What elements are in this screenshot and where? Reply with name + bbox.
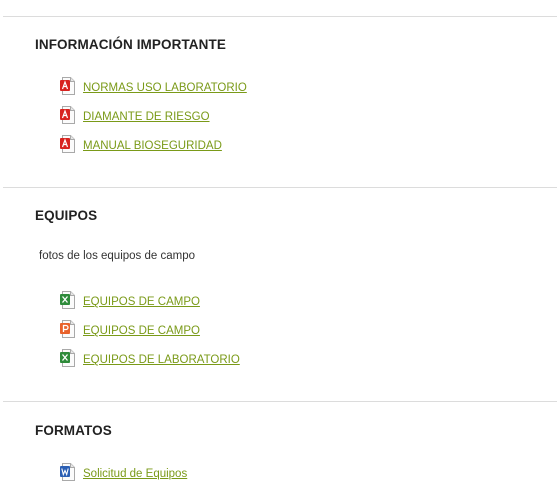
excel-icon xyxy=(60,349,76,367)
powerpoint-icon xyxy=(60,320,76,338)
file-row-solicitud[interactable]: Solicitud de Equipos xyxy=(60,463,187,481)
top-divider xyxy=(3,16,557,17)
pdf-icon xyxy=(60,135,76,153)
section-title-equipos: EQUIPOS xyxy=(35,208,98,223)
file-row-normas[interactable]: NORMAS USO LABORATORIO xyxy=(60,77,247,95)
section-divider-1 xyxy=(3,187,557,188)
section-divider-2 xyxy=(3,401,557,402)
file-link-equipos-campo-xls[interactable]: EQUIPOS DE CAMPO xyxy=(83,295,200,309)
file-row-equipos-laboratorio[interactable]: EQUIPOS DE LABORATORIO xyxy=(60,349,240,367)
file-link-normas[interactable]: NORMAS USO LABORATORIO xyxy=(83,81,247,95)
file-row-equipos-campo-ppt[interactable]: EQUIPOS DE CAMPO xyxy=(60,320,200,338)
pdf-icon xyxy=(60,77,76,95)
file-link-solicitud[interactable]: Solicitud de Equipos xyxy=(83,467,187,481)
file-link-manual[interactable]: MANUAL BIOSEGURIDAD xyxy=(83,139,222,153)
excel-icon xyxy=(60,291,76,309)
file-row-manual[interactable]: MANUAL BIOSEGURIDAD xyxy=(60,135,222,153)
file-row-diamante[interactable]: DIAMANTE DE RIESGO xyxy=(60,106,210,124)
file-link-equipos-laboratorio[interactable]: EQUIPOS DE LABORATORIO xyxy=(83,353,240,367)
pdf-icon xyxy=(60,106,76,124)
section-description: fotos de los equipos de campo xyxy=(39,250,195,262)
file-link-equipos-campo-ppt[interactable]: EQUIPOS DE CAMPO xyxy=(83,324,200,338)
file-row-equipos-campo-xls[interactable]: EQUIPOS DE CAMPO xyxy=(60,291,200,309)
section-title-formatos: FORMATOS xyxy=(35,423,112,438)
word-icon xyxy=(60,463,76,481)
section-title-informacion: INFORMACIÓN IMPORTANTE xyxy=(35,37,226,52)
file-link-diamante[interactable]: DIAMANTE DE RIESGO xyxy=(83,110,210,124)
